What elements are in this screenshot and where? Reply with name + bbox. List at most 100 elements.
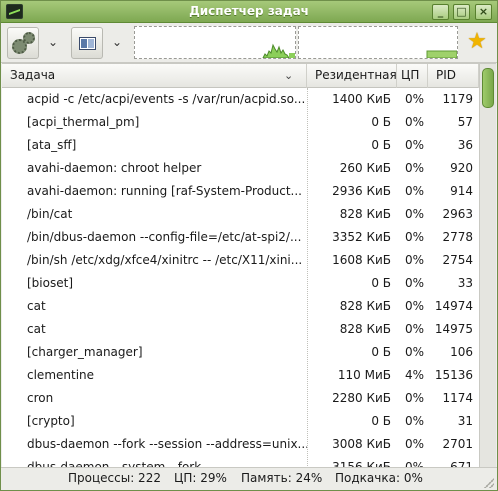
pid-cell: 36 (457, 138, 473, 152)
table-row[interactable]: avahi-daemon: running [raf-System-Produc… (2, 180, 479, 203)
table-row[interactable]: [ata_sff] 0 Б 0% 36 (2, 134, 479, 157)
sort-chevron-down-icon[interactable]: ⌄ (284, 69, 293, 82)
cpu-usage-cell: 0% (404, 414, 424, 428)
table-row[interactable]: avahi-daemon: chroot helper 260 КиБ 0% 920 (2, 157, 479, 180)
task-name-cell: /bin/sh /etc/xdg/xfce4/xinitrc -- /etc/X… (27, 253, 303, 267)
task-manager-window: Диспетчер задач _ □ × ⌄ ⌄ ★ Задача ⌄ Рез… (0, 0, 498, 491)
resident-memory-cell: 828 КиБ (339, 322, 391, 336)
pid-cell: 106 (450, 345, 473, 359)
cpu-usage-cell: 0% (404, 230, 424, 244)
pid-cell: 2754 (442, 253, 473, 267)
resident-memory-cell: 828 КиБ (339, 207, 391, 221)
table-row[interactable]: /bin/dbus-daemon --config-file=/etc/at-s… (2, 226, 479, 249)
table-row[interactable]: [charger_manager] 0 Б 0% 106 (2, 341, 479, 364)
column-separator (307, 88, 308, 468)
table-row[interactable]: [bioset] 0 Б 0% 33 (2, 272, 479, 295)
table-row[interactable]: [crypto] 0 Б 0% 31 (2, 410, 479, 433)
status-cpu: ЦП: 29% (174, 471, 227, 485)
toolbar: ⌄ ⌄ ★ (1, 23, 497, 63)
resident-memory-cell: 0 Б (371, 138, 391, 152)
cpu-usage-cell: 0% (404, 391, 424, 405)
minimize-button[interactable]: _ (432, 4, 449, 20)
pid-cell: 1179 (442, 92, 473, 106)
view-menu-chevron-down-icon[interactable]: ⌄ (110, 35, 124, 49)
table-body: acpid -c /etc/acpi/events -s /var/run/ac… (2, 88, 479, 479)
pid-cell: 15136 (434, 368, 473, 382)
scrollbar-thumb[interactable] (482, 68, 494, 108)
close-button[interactable]: × (475, 4, 492, 20)
cpu-usage-cell: 0% (404, 92, 424, 106)
cpu-usage-cell: 0% (404, 138, 424, 152)
maximize-button[interactable]: □ (453, 4, 470, 20)
status-bar: Процессы: 222 ЦП: 29% Память: 24% Подкач… (1, 467, 497, 490)
task-name-cell: [acpi_thermal_pm] (27, 115, 140, 129)
pid-cell: 1174 (442, 391, 473, 405)
resident-memory-cell: 0 Б (371, 345, 391, 359)
task-name-cell: dbus-daemon --fork --session --address=u… (27, 437, 307, 451)
table-row[interactable]: cat 828 КиБ 0% 14975 (2, 318, 479, 341)
table-row[interactable]: cron 2280 КиБ 0% 1174 (2, 387, 479, 410)
status-swap: Подкачка: 0% (335, 471, 423, 485)
table-row[interactable]: /bin/sh /etc/xdg/xfce4/xinitrc -- /etc/X… (2, 249, 479, 272)
cpu-usage-cell: 0% (404, 184, 424, 198)
task-name-cell: [ata_sff] (27, 138, 77, 152)
window-title: Диспетчер задач (189, 4, 309, 18)
task-name-cell: cat (27, 299, 46, 313)
table-row[interactable]: dbus-daemon --fork --session --address=u… (2, 433, 479, 456)
table-header: Задача ⌄ Резидентная ЦП PID (2, 64, 479, 88)
resident-memory-cell: 0 Б (371, 115, 391, 129)
settings-menu-chevron-down-icon[interactable]: ⌄ (46, 35, 60, 49)
resident-memory-cell: 110 МиБ (337, 368, 391, 382)
cpu-usage-cell: 0% (404, 253, 424, 267)
resize-grip[interactable] (484, 478, 494, 488)
title-bar[interactable]: Диспетчер задач _ □ × (1, 1, 497, 23)
view-mode-icon (79, 37, 96, 50)
resident-memory-cell: 1400 КиБ (332, 92, 391, 106)
cpu-usage-cell: 0% (404, 207, 424, 221)
memory-usage-graph (298, 26, 458, 59)
column-header-task[interactable]: Задача (2, 64, 307, 88)
view-mode-button[interactable] (71, 27, 103, 59)
resident-memory-cell: 0 Б (371, 414, 391, 428)
pid-cell: 2963 (442, 207, 473, 221)
column-header-pid[interactable]: PID (428, 64, 479, 88)
task-name-cell: avahi-daemon: chroot helper (27, 161, 202, 175)
pid-cell: 914 (450, 184, 473, 198)
resident-memory-cell: 0 Б (371, 276, 391, 290)
cpu-usage-cell: 0% (404, 161, 424, 175)
cpu-graph-plot (262, 43, 295, 58)
gear-small-icon (23, 32, 35, 44)
cpu-usage-cell: 0% (404, 276, 424, 290)
pid-cell: 2701 (442, 437, 473, 451)
table-row[interactable]: cat 828 КиБ 0% 14974 (2, 295, 479, 318)
task-name-cell: acpid -c /etc/acpi/events -s /var/run/ac… (27, 92, 306, 106)
table-row[interactable]: clementine 110 МиБ 4% 15136 (2, 364, 479, 387)
column-header-cpu[interactable]: ЦП (397, 64, 428, 88)
table-row[interactable]: [acpi_thermal_pm] 0 Б 0% 57 (2, 111, 479, 134)
cpu-usage-cell: 0% (404, 299, 424, 313)
pid-cell: 920 (450, 161, 473, 175)
task-name-cell: avahi-daemon: running [raf-System-Produc… (27, 184, 302, 198)
vertical-scrollbar[interactable] (479, 64, 496, 468)
task-name-cell: [charger_manager] (27, 345, 143, 359)
column-header-resident[interactable]: Резидентная (307, 64, 397, 88)
status-processes: Процессы: 222 (68, 471, 161, 485)
pid-cell: 31 (457, 414, 473, 428)
table-row[interactable]: acpid -c /etc/acpi/events -s /var/run/ac… (2, 88, 479, 111)
task-name-cell: /bin/cat (27, 207, 73, 221)
pid-cell: 57 (457, 115, 473, 129)
cpu-usage-cell: 0% (404, 115, 424, 129)
settings-button[interactable] (7, 27, 39, 59)
task-name-cell: [bioset] (27, 276, 73, 290)
cpu-usage-cell: 4% (404, 368, 424, 382)
resident-memory-cell: 3352 КиБ (332, 230, 391, 244)
task-name-cell: clementine (27, 368, 95, 382)
resident-memory-cell: 3008 КиБ (332, 437, 391, 451)
favorite-star-icon[interactable]: ★ (462, 27, 492, 59)
resident-memory-cell: 260 КиБ (339, 161, 391, 175)
cpu-usage-cell: 0% (404, 322, 424, 336)
task-name-cell: cron (27, 391, 54, 405)
task-name-cell: /bin/dbus-daemon --config-file=/etc/at-s… (27, 230, 302, 244)
table-row[interactable]: /bin/cat 828 КиБ 0% 2963 (2, 203, 479, 226)
pid-cell: 14974 (434, 299, 473, 313)
